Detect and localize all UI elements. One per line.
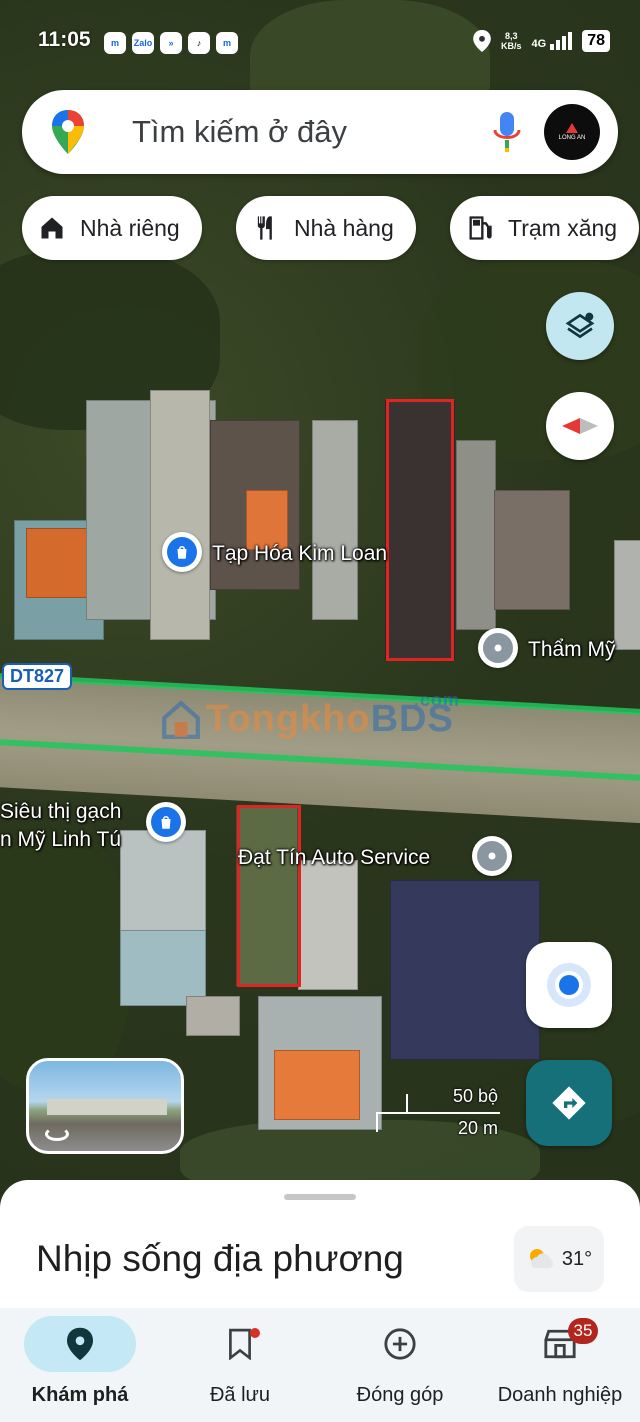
nav-contribute-label: Đóng góp xyxy=(356,1384,444,1406)
explore-pin-icon xyxy=(67,1327,93,1361)
sheet-drag-handle[interactable] xyxy=(284,1194,356,1200)
nav-contribute[interactable]: Đóng góp xyxy=(320,1308,480,1422)
location-status-icon xyxy=(473,30,491,52)
rotate-360-icon xyxy=(45,1127,69,1141)
highlighted-lot-south xyxy=(237,805,301,987)
nav-explore-label: Khám phá xyxy=(31,1384,129,1406)
shopping-bag-icon xyxy=(161,816,171,829)
nav-saved[interactable]: Đã lưu xyxy=(160,1308,320,1422)
chip-restaurant[interactable]: Nhà hàng xyxy=(236,196,416,260)
poi-pin-tap-hoa[interactable] xyxy=(162,532,202,572)
home-icon xyxy=(41,217,63,239)
compass-icon xyxy=(562,418,598,434)
chip-home[interactable]: Nhà riêng xyxy=(22,196,202,260)
compass-button[interactable] xyxy=(546,392,614,460)
account-avatar[interactable]: LONG AN xyxy=(544,104,600,160)
poi-pin-dat-tin[interactable] xyxy=(472,836,512,876)
road-label: DT827 xyxy=(2,663,73,690)
my-location-button[interactable] xyxy=(526,942,612,1028)
layers-icon xyxy=(565,312,595,339)
search-input[interactable]: Tìm kiếm ở đây xyxy=(132,114,347,150)
directions-button[interactable] xyxy=(526,1060,612,1146)
poi-pin-tham-my[interactable] xyxy=(478,628,518,668)
app-icon: » xyxy=(160,32,182,54)
net-speed-unit: KB/s xyxy=(501,41,522,51)
nav-explore[interactable]: Khám phá xyxy=(0,1308,160,1422)
messenger-icon: m xyxy=(104,32,126,54)
weather-chip[interactable]: 31° xyxy=(514,1226,604,1292)
sheet-title: Nhịp sống địa phương xyxy=(36,1238,404,1279)
poi-label-sieu-thi-line2[interactable]: n Mỹ Linh Tú xyxy=(0,828,121,852)
zalo-icon: Zalo xyxy=(132,32,154,54)
weather-temp: 31° xyxy=(561,1247,593,1270)
partly-cloudy-icon xyxy=(529,1249,553,1268)
place-icon xyxy=(494,644,502,652)
chip-restaurant-label: Nhà hàng xyxy=(294,214,394,241)
notification-icons: m Zalo » ♪ m xyxy=(104,32,238,54)
saved-notification-dot xyxy=(250,1328,260,1338)
scale-meters: 20 m xyxy=(457,1118,498,1138)
poi-label-sieu-thi-line1[interactable]: Siêu thị gạch xyxy=(0,800,121,824)
maps-logo-icon xyxy=(52,110,84,154)
directions-icon xyxy=(552,1086,586,1120)
restaurant-icon xyxy=(257,216,272,240)
network-type: 4G xyxy=(531,38,547,50)
chip-gas-station-label: Trạm xăng xyxy=(508,214,618,241)
watermark-left: Tongkho xyxy=(206,698,371,740)
tiktok-icon: ♪ xyxy=(188,32,210,54)
watermark-house-icon xyxy=(162,700,200,739)
chip-gas-station[interactable]: Trạm xăng xyxy=(450,196,640,260)
street-view-thumbnail[interactable] xyxy=(26,1058,184,1154)
poi-label-tap-hoa[interactable]: Tạp Hóa Kim Loan xyxy=(212,542,387,566)
layers-button[interactable] xyxy=(546,292,614,360)
avatar-logo-icon xyxy=(566,123,578,133)
battery-level: 78 xyxy=(582,30,610,52)
nav-business-label: Doanh nghiệp xyxy=(497,1384,623,1406)
add-circle-icon xyxy=(384,1328,416,1360)
poi-pin-sieu-thi[interactable] xyxy=(146,802,186,842)
my-location-icon xyxy=(559,975,579,995)
watermark-com: .com xyxy=(413,690,460,710)
watermark: Tongkho BDS .com xyxy=(160,690,460,741)
net-speed: 8,3 KB/s xyxy=(501,31,522,51)
gas-station-icon xyxy=(469,216,492,240)
bottom-sheet[interactable]: Nhịp sống địa phương 31° xyxy=(0,1180,640,1320)
highlighted-lot-north xyxy=(386,399,454,661)
business-badge: 35 xyxy=(568,1318,598,1344)
poi-label-dat-tin[interactable]: Đạt Tín Auto Service xyxy=(238,846,430,870)
place-icon xyxy=(488,852,496,860)
nav-business[interactable]: 35 Doanh nghiệp xyxy=(480,1308,640,1422)
net-speed-value: 8,3 xyxy=(505,31,518,41)
signal-icon: 4G xyxy=(532,32,573,50)
status-bar: 11:05 m Zalo » ♪ m 8,3 KB/s 4G 78 xyxy=(0,28,640,60)
search-bar[interactable]: Tìm kiếm ở đây LONG AN xyxy=(22,90,618,174)
street-view-building xyxy=(47,1099,167,1115)
map-scale: 50 bộ 20 m xyxy=(376,1086,500,1138)
bottom-navigation: Khám phá Đã lưu Đóng góp 35 Doanh nghiệp xyxy=(0,1308,640,1422)
poi-label-tham-my[interactable]: Thẩm Mỹ xyxy=(528,638,616,662)
shopping-bag-icon xyxy=(177,546,187,559)
chip-home-label: Nhà riêng xyxy=(80,214,180,241)
status-time: 11:05 xyxy=(38,28,91,51)
avatar-text: LONG AN xyxy=(558,135,586,141)
microphone-icon[interactable] xyxy=(492,110,522,154)
scale-feet: 50 bộ xyxy=(452,1086,498,1106)
nav-saved-label: Đã lưu xyxy=(209,1384,271,1406)
messenger-icon: m xyxy=(216,32,238,54)
